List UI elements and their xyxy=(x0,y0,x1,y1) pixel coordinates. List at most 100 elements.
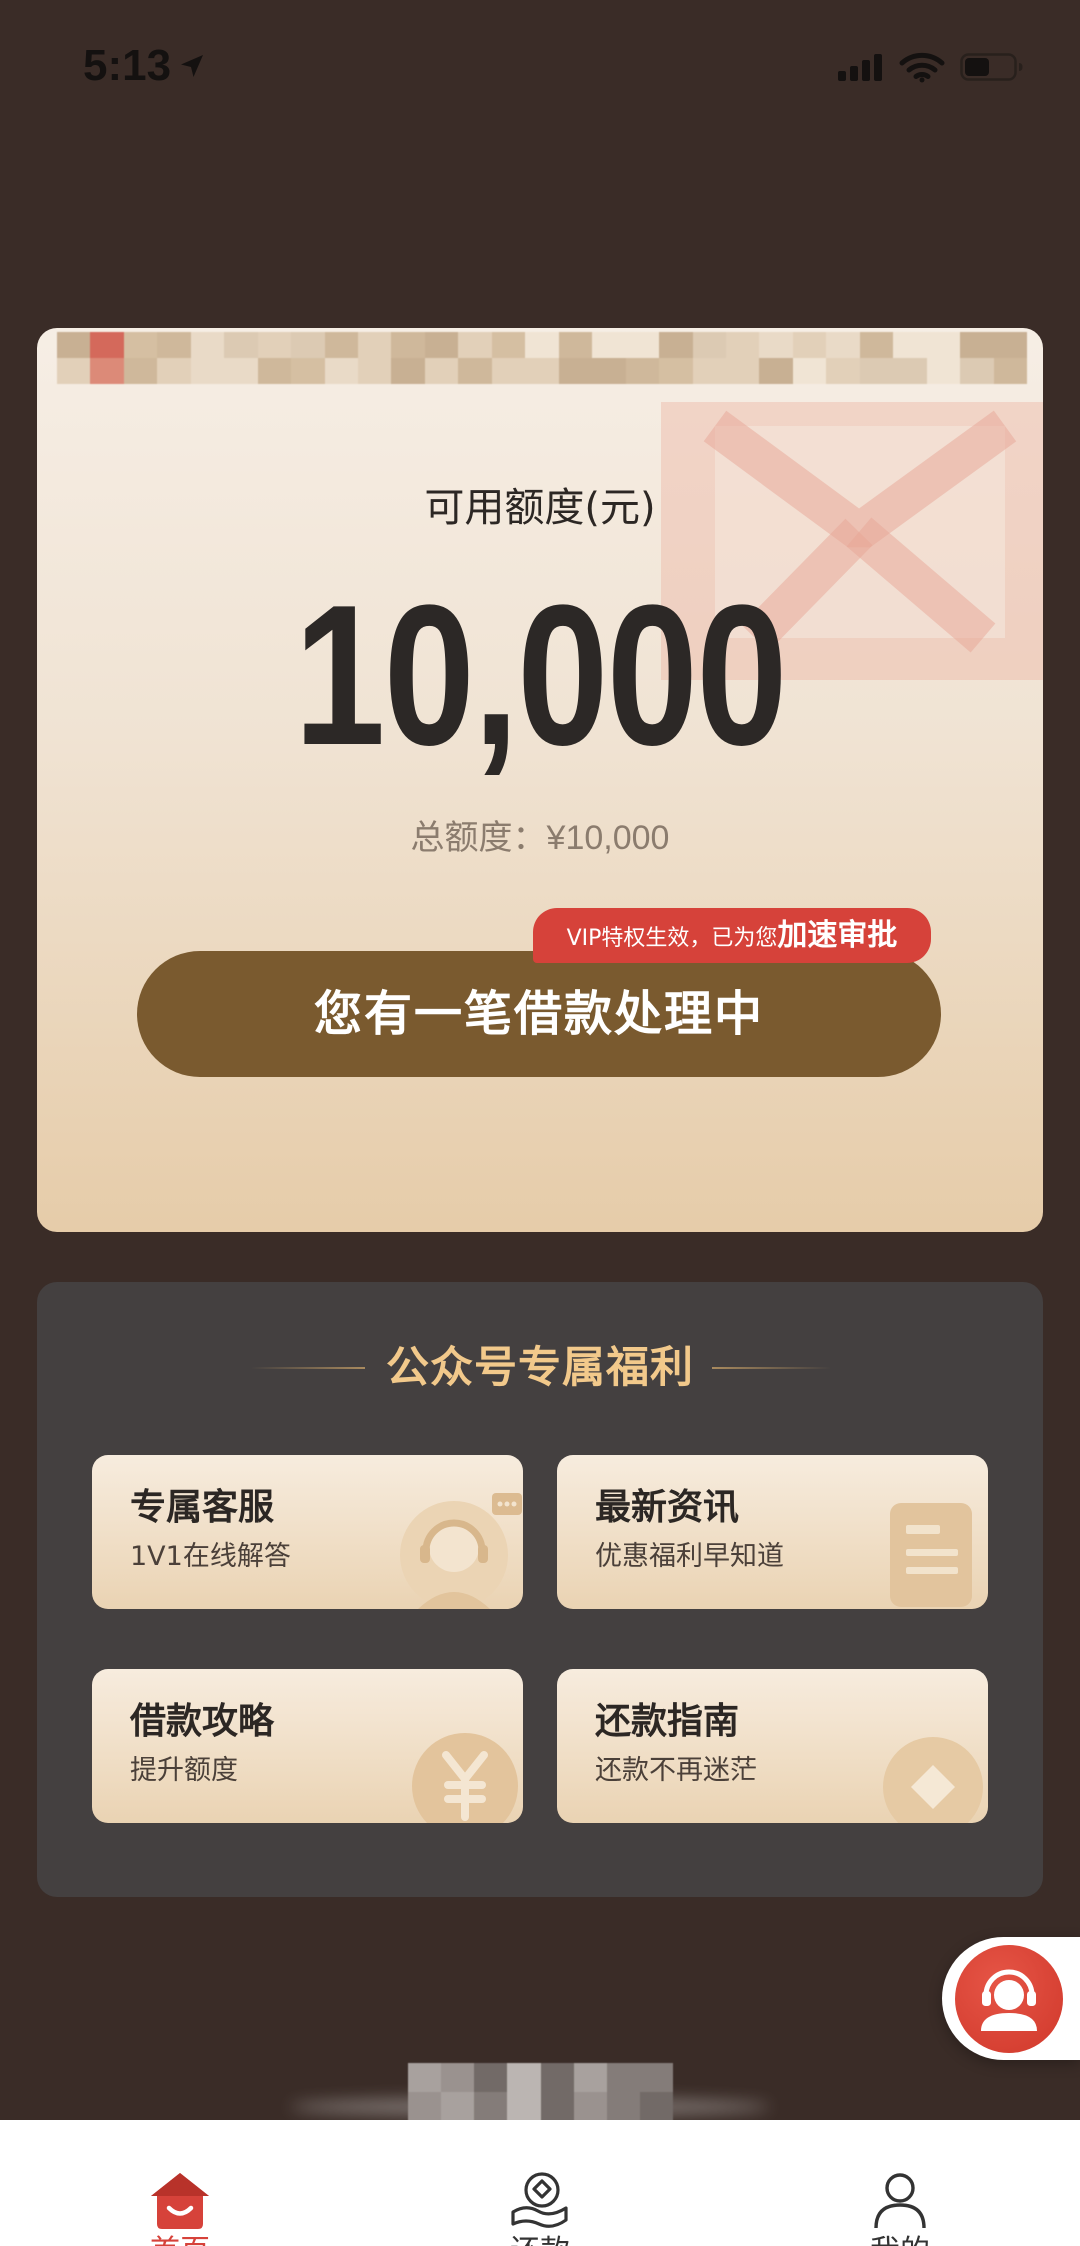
mosaic-block xyxy=(639,2063,673,2092)
mosaic-block xyxy=(826,358,860,384)
benefit-tile-loan-guide[interactable]: 借款攻略 提升额度 xyxy=(92,1669,523,1823)
mosaic-block xyxy=(291,332,325,358)
benefit-tile-customer-service[interactable]: 专属客服 1V1在线解答 xyxy=(92,1455,523,1609)
mosaic-block xyxy=(592,358,626,384)
mosaic-block xyxy=(659,358,693,384)
benefit-tile-repay-guide[interactable]: 还款指南 还款不再迷茫 xyxy=(557,1669,988,1823)
nav-item-home[interactable]: 首页 xyxy=(0,2120,360,2246)
tile-title: 最新资讯 xyxy=(595,1487,740,1528)
mosaic-block xyxy=(960,332,994,358)
mosaic-block xyxy=(491,358,526,384)
mosaic-block xyxy=(157,332,191,358)
status-time: 5:13 xyxy=(83,41,172,90)
mosaic-block xyxy=(859,332,894,358)
mosaic-block xyxy=(792,332,827,358)
mosaic-block xyxy=(324,358,359,384)
mosaic-block xyxy=(57,358,91,384)
vip-badge: VIP特权生效，已为您加速审批 xyxy=(533,908,931,963)
redacted-notice-banner xyxy=(57,332,1027,384)
mosaic-block xyxy=(993,332,1027,358)
repay-icon xyxy=(508,2168,572,2232)
mosaic-block xyxy=(458,332,492,358)
mosaic-block xyxy=(408,2092,442,2121)
mosaic-block xyxy=(573,2092,607,2121)
mosaic-block xyxy=(291,358,325,384)
mosaic-block xyxy=(792,358,827,384)
mosaic-block xyxy=(558,332,593,358)
cellular-signal-icon xyxy=(838,53,884,81)
title-divider-right xyxy=(712,1367,831,1369)
mosaic-block xyxy=(639,2092,673,2121)
status-bar: 5:13 xyxy=(0,0,1080,120)
mosaic-block xyxy=(859,358,894,384)
tile-subtitle: 1V1在线解答 xyxy=(130,1541,291,1572)
mosaic-block xyxy=(926,332,961,358)
mosaic-block xyxy=(491,332,526,358)
tile-subtitle: 还款不再迷茫 xyxy=(595,1755,757,1786)
mosaic-block xyxy=(391,332,425,358)
benefits-title: 公众号专属福利 xyxy=(386,1343,694,1393)
benefit-tile-news[interactable]: 最新资讯 优惠福利早知道 xyxy=(557,1455,988,1609)
mosaic-block xyxy=(123,332,158,358)
mosaic-block xyxy=(257,358,292,384)
total-limit: 总额度：¥10,000 xyxy=(37,821,1043,855)
mosaic-block xyxy=(123,358,158,384)
mosaic-block xyxy=(90,332,124,358)
mosaic-block xyxy=(692,358,726,384)
tile-subtitle: 提升额度 xyxy=(130,1755,238,1786)
credit-limit-card: 可用额度(元) 10,000 总额度：¥10,000 您有一笔借款处理中 VIP… xyxy=(37,328,1043,1232)
mosaic-block xyxy=(324,332,359,358)
profile-icon xyxy=(868,2168,932,2232)
mosaic-block xyxy=(625,358,660,384)
bottom-nav: 首页 还款 xyxy=(0,2120,1080,2246)
total-limit-label: 总额度： xyxy=(410,818,547,858)
customer-service-agent-icon xyxy=(955,1945,1063,2053)
nav-item-profile[interactable]: 我的 xyxy=(720,2120,1080,2246)
available-limit-label: 可用额度(元) xyxy=(424,485,656,531)
available-limit-amount: 10,000 xyxy=(294,564,787,787)
mosaic-block xyxy=(893,358,927,384)
mosaic-block xyxy=(507,2092,541,2121)
mosaic-block xyxy=(157,358,191,384)
mosaic-block xyxy=(525,332,559,358)
mosaic-block xyxy=(190,358,225,384)
wifi-icon xyxy=(898,51,946,83)
mosaic-block xyxy=(190,332,225,358)
mosaic-block xyxy=(558,358,593,384)
mosaic-block xyxy=(540,2092,574,2121)
mosaic-block xyxy=(424,332,459,358)
mosaic-block xyxy=(507,2063,541,2092)
mosaic-block xyxy=(993,358,1027,384)
mosaic-block xyxy=(224,358,258,384)
loan-processing-button[interactable]: 您有一笔借款处理中 xyxy=(137,951,941,1077)
mosaic-block xyxy=(441,2063,475,2092)
mosaic-block xyxy=(224,332,258,358)
floating-customer-service-button[interactable] xyxy=(942,1937,1080,2060)
mosaic-block xyxy=(358,358,392,384)
nav-label: 首页 xyxy=(0,2237,360,2246)
mosaic-block xyxy=(474,2063,508,2092)
customer-service-icon xyxy=(400,1493,522,1609)
vip-badge-highlight: 加速审批 xyxy=(777,918,898,953)
mosaic-block xyxy=(725,332,760,358)
news-document-icon xyxy=(890,1503,972,1607)
nav-item-repay[interactable]: 还款 xyxy=(360,2120,720,2246)
mosaic-block xyxy=(692,332,726,358)
mosaic-block xyxy=(606,2063,640,2092)
mosaic-block xyxy=(926,358,961,384)
nav-label: 我的 xyxy=(720,2237,1080,2246)
mosaic-block xyxy=(57,332,91,358)
nav-label: 还款 xyxy=(360,2237,720,2246)
mosaic-block xyxy=(441,2092,475,2121)
mosaic-block xyxy=(592,332,626,358)
mosaic-block xyxy=(540,2063,574,2092)
battery-fill xyxy=(965,58,989,76)
home-icon xyxy=(148,2168,212,2232)
location-arrow-icon xyxy=(176,50,208,82)
mosaic-block xyxy=(725,358,760,384)
vip-badge-text: VIP特权生效，已为您 xyxy=(566,926,778,951)
mosaic-block xyxy=(606,2092,640,2121)
mosaic-block xyxy=(474,2092,508,2121)
mosaic-block xyxy=(893,332,927,358)
mosaic-block xyxy=(358,332,392,358)
